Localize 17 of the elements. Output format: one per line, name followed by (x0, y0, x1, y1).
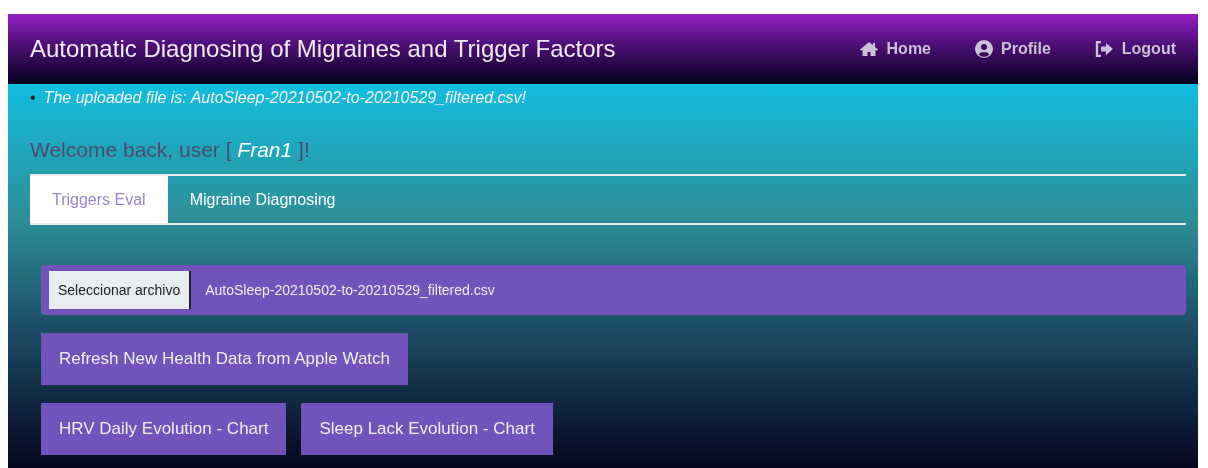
action-button[interactable]: Refresh New Health Data from Apple Watch (41, 333, 408, 385)
welcome-text: Welcome back, user [ Fran1 ]! (30, 138, 311, 162)
file-input[interactable]: Seleccionar archivo AutoSleep-20210502-to-20210529_filtered.csv (41, 265, 1186, 315)
file-name: AutoSleep-20210502-to-20210529_filtered.csv (205, 282, 495, 298)
app-title: Automatic Diagnosing of Migraines and Trigger Factors (30, 35, 616, 63)
nav-link[interactable]: Home (858, 40, 931, 58)
logout-icon (1094, 41, 1114, 57)
choose-file-button[interactable]: Seleccionar archivo (49, 271, 192, 309)
upload-message: The uploaded file is: AutoSleep-20210502-to-20210529_filtered.csv! (43, 88, 527, 108)
nav-link[interactable]: Profile (975, 40, 1051, 58)
bullet: • (30, 88, 36, 108)
action-button[interactable]: HRV Daily Evolution - Chart (41, 403, 287, 455)
home-icon (858, 41, 879, 57)
nav-link[interactable]: Logout (1094, 40, 1176, 58)
user-icon (975, 40, 993, 58)
action-button[interactable]: Sleep Lack Evolution - Chart (301, 403, 553, 455)
tab[interactable]: Migraine Diagnosing (167, 176, 358, 223)
